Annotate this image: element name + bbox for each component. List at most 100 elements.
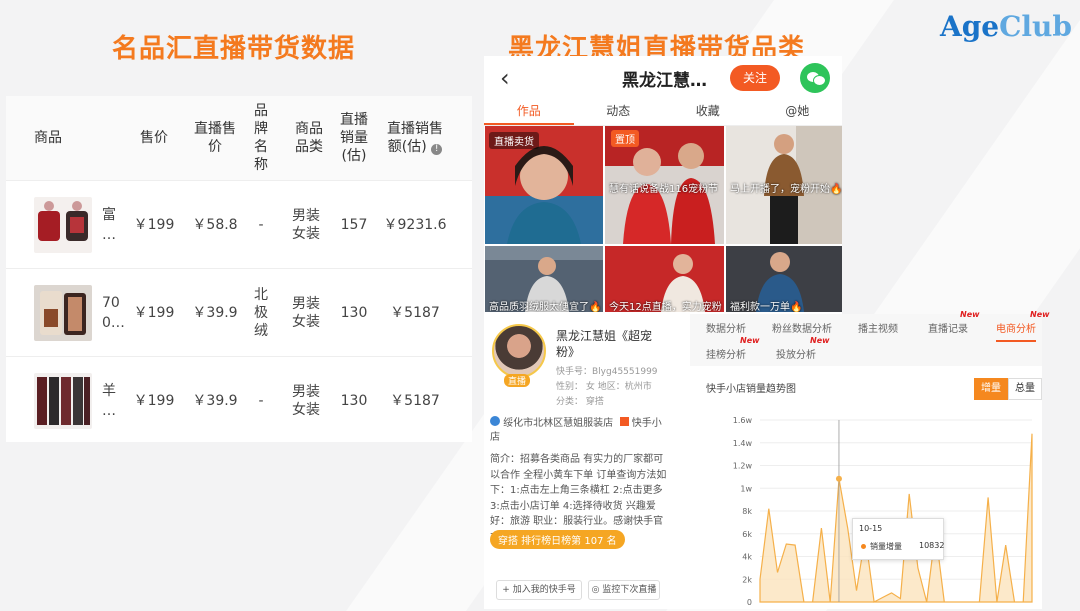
new-label: New — [960, 310, 980, 319]
tab-ads[interactable]: 投放分析 — [776, 346, 816, 361]
profile-tabs: 作品 动态 收藏 @她 — [484, 100, 842, 126]
video-thumbnail[interactable]: 高品质羽绒服太便宜了🔥 — [485, 246, 603, 312]
header-product: 商品 — [34, 130, 62, 146]
tab-activity[interactable]: 动态 — [574, 100, 664, 125]
cell-brand: - — [258, 216, 264, 233]
shop-name: 绥化市北林区慧姐服装店 — [503, 418, 614, 429]
analytics-tabs: 数据分析 粉丝数据分析 播主视频 直播记录 New 电商分析 New 挂榜分析 … — [690, 310, 1050, 366]
shop-icon — [619, 417, 629, 426]
highlight-point[interactable] — [835, 475, 842, 482]
cell-live-price: ￥39.9 — [192, 392, 238, 409]
new-label: New — [740, 336, 760, 345]
logo-club: Club — [999, 10, 1072, 43]
cell-revenue: ￥9231.6 — [383, 216, 447, 233]
video-thumbnail[interactable]: 置顶 慧有话说备战116宠粉节 — [605, 126, 724, 244]
video-thumbnail[interactable]: 直播卖货 — [485, 126, 603, 244]
tooltip-date: 10-15 — [859, 524, 883, 533]
video-thumbnail[interactable]: 马上开播了，宠粉开始🔥 — [726, 126, 842, 244]
tab-favorites[interactable]: 收藏 — [663, 100, 753, 125]
cell-price: ￥199 — [133, 216, 175, 233]
follow-button[interactable]: 关注 — [730, 65, 780, 91]
video-thumbnail[interactable]: 今天12点直播，实力宠粉 — [605, 246, 724, 312]
y-tick-label: 1.2w — [733, 462, 753, 471]
product-thumbnail — [34, 196, 92, 253]
cell-category: 男装 女装 — [292, 383, 320, 418]
video-caption: 马上开播了，宠粉开始🔥 — [730, 184, 842, 195]
cell-live-price: ￥39.9 — [192, 304, 238, 321]
y-tick-label: 1.4w — [733, 439, 753, 448]
product-thumbnail — [34, 284, 92, 341]
analytics-panel: 数据分析 粉丝数据分析 播主视频 直播记录 New 电商分析 New 挂榜分析 … — [690, 310, 1050, 609]
cell-sales: 130 — [340, 392, 368, 409]
live-badge: 直播 — [504, 374, 531, 387]
video-badge: 直播卖货 — [489, 132, 539, 149]
header-price: 售价 — [140, 130, 168, 146]
y-tick-label: 2k — [742, 575, 752, 584]
streamer-profile: 直播 黑龙江慧姐《超宠粉》 快手号：Blyg45551999 性别： 女 地区：… — [484, 316, 676, 609]
header-category: 商品 品类 — [295, 121, 323, 155]
video-grid: 直播卖货 置顶 慧有话说备战116宠粉节 马上开播了，宠粉开始🔥 高品质羽绒服太… — [485, 126, 842, 312]
shop-line: 绥化市北林区慧姐服装店 快手小店 — [490, 416, 670, 445]
video-caption: 今天12点直播，实力宠粉 — [609, 302, 722, 312]
cell-revenue: ￥5187 — [390, 392, 440, 409]
y-tick-label: 1.6w — [733, 416, 753, 425]
cell-category: 男装 女装 — [292, 295, 320, 330]
tooltip-value: 10832 — [919, 541, 945, 550]
info-icon[interactable]: ! — [431, 144, 443, 155]
video-caption: 高品质羽绒服太便宜了🔥 — [489, 302, 602, 312]
product-thumbnail — [34, 372, 92, 429]
product-name: 富… — [102, 206, 116, 243]
cell-brand: - — [258, 392, 264, 409]
left-heading: 名品汇直播带货数据 — [112, 34, 356, 64]
table-header: 商品 售价 直播售价 品牌名称 商品 品类 直播 销量 (估) 直播销售 额(估) ! — [6, 96, 472, 180]
header-revenue: 直播销售 额(估) ! — [387, 121, 443, 155]
series-dot — [861, 544, 866, 549]
monitor-live-button[interactable]: ◎ 监控下次直播 — [588, 580, 660, 600]
tab-fan-analysis[interactable]: 粉丝数据分析 — [772, 320, 832, 335]
header-brand: 品牌名称 — [254, 103, 268, 173]
y-tick-label: 0 — [747, 598, 752, 607]
tab-videos[interactable]: 播主视频 — [858, 320, 898, 335]
wechat-icon[interactable] — [800, 63, 830, 93]
verified-icon — [490, 416, 500, 426]
category-line: 分类： 穿搭 — [556, 397, 604, 407]
video-caption: 福利款一万单🔥 — [730, 302, 803, 312]
cell-price: ￥199 — [133, 392, 175, 409]
cell-sales: 157 — [340, 216, 368, 233]
phone-top-bar: ‹ 黑龙江慧… 关注 — [484, 56, 842, 100]
tab-mentions[interactable]: @她 — [753, 100, 843, 125]
tab-ranking[interactable]: 挂榜分析 — [706, 346, 746, 361]
back-arrow-icon[interactable]: ‹ — [500, 64, 510, 92]
cell-revenue: ￥5187 — [390, 304, 440, 321]
table-row[interactable]: 羊… ￥199 ￥39.9 - 男装 女装 130 ￥5187 — [6, 356, 472, 444]
y-tick-label: 1w — [740, 484, 752, 493]
tooltip-series: 销量增量 — [870, 542, 902, 551]
add-account-button[interactable]: + 加入我的快手号 — [496, 580, 582, 600]
rank-badge: 穿搭 排行榜日榜第 107 名 — [490, 530, 625, 549]
profile-title: 黑龙江慧… — [622, 71, 707, 91]
video-thumbnail[interactable]: 福利款一万单🔥 — [726, 246, 842, 312]
cell-live-price: ￥58.8 — [192, 216, 238, 233]
ageclub-logo: AgeClub — [940, 10, 1072, 43]
tab-ecommerce[interactable]: 电商分析 — [996, 320, 1036, 342]
new-label: New — [1030, 310, 1050, 319]
chart-plot: 0 2k 4k 6k 8k 1w 1.2w 1.4w 1.6w — [733, 416, 1033, 607]
y-tick-label: 8k — [742, 507, 752, 516]
table-row[interactable]: 富… ￥199 ￥58.8 - 男装 女装 157 ￥9231.6 — [6, 180, 472, 268]
tab-data-analysis[interactable]: 数据分析 — [706, 320, 746, 335]
product-name: 70 0… — [102, 294, 125, 331]
table-row[interactable]: 70 0… ￥199 ￥39.9 北极绒 男装 女装 130 ￥5187 — [6, 268, 472, 356]
tab-live-records[interactable]: 直播记录 — [928, 320, 968, 335]
cell-brand: 北极绒 — [254, 286, 268, 339]
gender-region: 性别： 女 地区：杭州市 — [556, 382, 652, 392]
cell-price: ￥199 — [133, 304, 175, 321]
chart-tooltip: 10-15 销量增量 10832 — [852, 518, 944, 560]
video-caption: 慧有话说备战116宠粉节 — [609, 184, 719, 195]
kuaishou-id: 快手号：Blyg45551999 — [556, 367, 658, 377]
cell-category: 男装 女装 — [292, 207, 320, 242]
streamer-name: 黑龙江慧姐《超宠粉》 — [556, 329, 653, 359]
tab-works[interactable]: 作品 — [484, 100, 574, 125]
cell-sales: 130 — [340, 304, 368, 321]
avatar[interactable] — [492, 324, 546, 378]
y-tick-label: 6k — [742, 530, 752, 539]
